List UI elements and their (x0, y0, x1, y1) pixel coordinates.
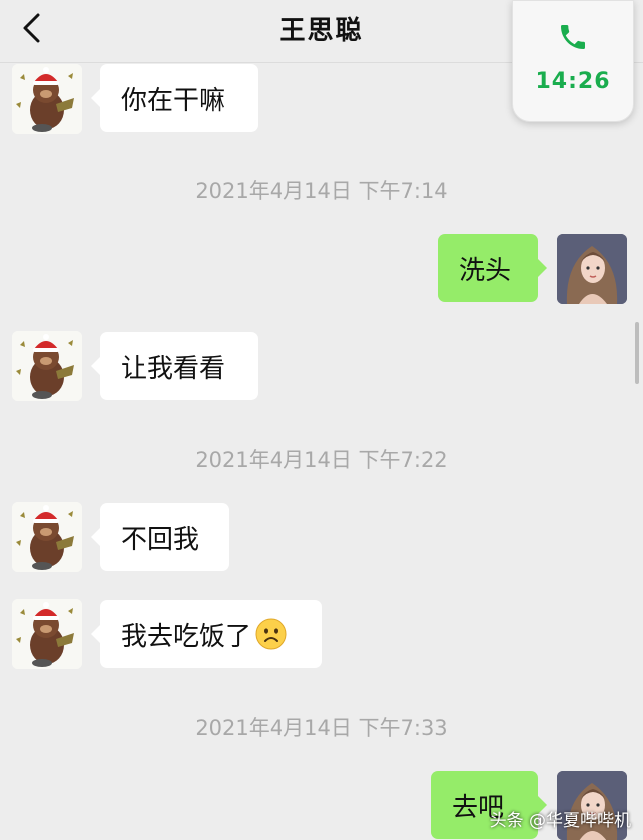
message-text: 洗头 (459, 255, 512, 286)
bear-sticker-avatar (12, 599, 82, 669)
my-avatar[interactable] (557, 234, 627, 304)
message-bubble[interactable]: 我去吃饭了 (91, 600, 322, 668)
phone-icon (561, 25, 585, 49)
timestamp: 2021年4月14日 下午7:22 (195, 448, 448, 472)
message-bubble[interactable]: 洗头 (438, 234, 547, 302)
timestamp: 2021年4月14日 下午7:33 (195, 716, 448, 740)
message-bubble[interactable]: 不回我 (91, 503, 229, 571)
bear-sticker-avatar (12, 331, 82, 401)
girl-photo-avatar (557, 234, 627, 304)
contact-avatar[interactable] (12, 64, 82, 134)
call-duration: 14:26 (535, 69, 611, 94)
bear-sticker-avatar (12, 64, 82, 134)
message-text: 你在干嘛 (121, 85, 226, 116)
message-text: 不回我 (121, 524, 200, 555)
scrollbar[interactable] (635, 322, 639, 384)
call-floating-window[interactable]: 14:26 (512, 0, 634, 122)
bear-sticker-avatar (12, 502, 82, 572)
watermark: 头条 @华夏哔哔机 (489, 811, 631, 831)
frowning-face-emoji (255, 618, 287, 650)
message-text: 我去吃饭了 (121, 621, 252, 652)
contact-avatar[interactable] (12, 502, 82, 572)
message-bubble[interactable]: 让我看看 (91, 332, 258, 400)
contact-avatar[interactable] (12, 331, 82, 401)
timestamp: 2021年4月14日 下午7:14 (195, 179, 448, 203)
contact-avatar[interactable] (12, 599, 82, 669)
message-bubble[interactable]: 你在干嘛 (91, 64, 258, 132)
message-text: 让我看看 (121, 353, 226, 384)
